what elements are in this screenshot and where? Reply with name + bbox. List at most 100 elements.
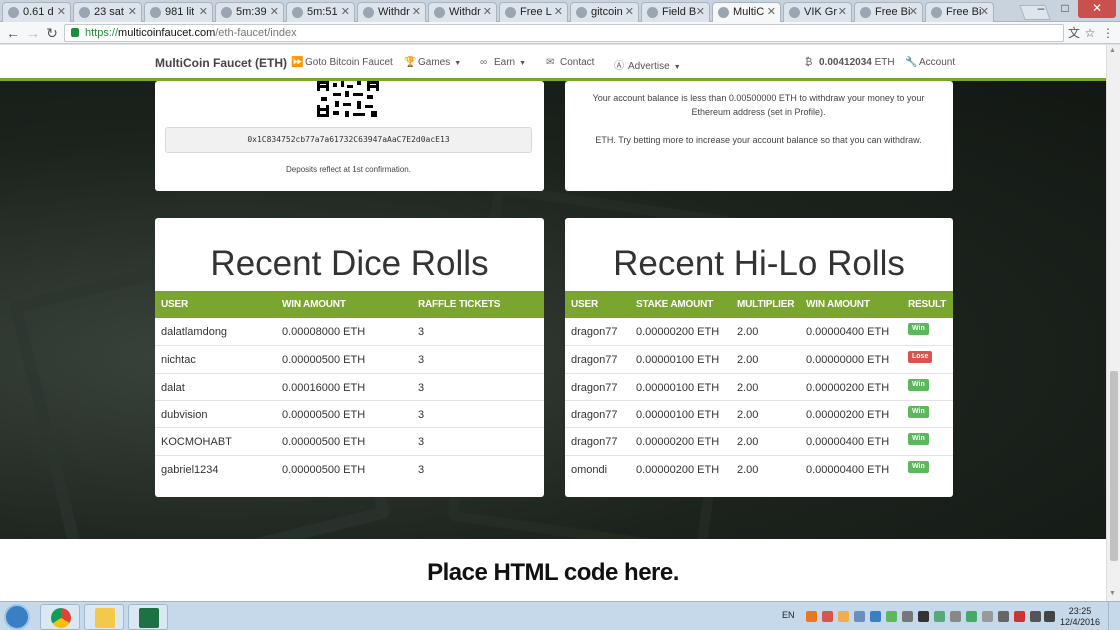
tab-strip: 0.61 d ✕ 23 sat ✕ 981 lit ✕ 5m:39 ✕ 5m:51 ✕ Withdr… [0, 0, 1120, 23]
close-tab-icon[interactable]: ✕ [625, 5, 634, 18]
tab[interactable]: 5m:51 ✕ [286, 2, 355, 22]
balance-display: ₿ 0.00412034 ETH [805, 57, 895, 68]
tray-icon[interactable] [966, 611, 977, 622]
tray-icon[interactable] [918, 611, 929, 622]
translate-icon[interactable]: 文 [1066, 25, 1082, 41]
tray-icon[interactable] [806, 611, 817, 622]
close-tab-icon[interactable]: ✕ [554, 5, 563, 18]
fast-forward-icon: ⏩ [291, 57, 304, 68]
maximize-button[interactable]: □ [1054, 0, 1076, 18]
taskbar-explorer[interactable] [84, 604, 124, 630]
close-tab-icon[interactable]: ✕ [57, 5, 66, 18]
tab-label: Free Bi [875, 6, 911, 18]
minimize-button[interactable]: – [1030, 0, 1052, 18]
url-input[interactable]: https://multicoinfaucet.com/eth-faucet/i… [64, 24, 1064, 42]
tab[interactable]: 23 sat ✕ [73, 2, 142, 22]
tab-active[interactable]: MultiC ✕ [712, 2, 781, 23]
hilo-cell-win-amount: 0.00000400 ETH [806, 463, 890, 476]
show-desktop-button[interactable] [1108, 602, 1120, 630]
back-arrow-icon[interactable]: ← [4, 24, 22, 42]
tab[interactable]: Free Bi ✕ [925, 2, 994, 22]
tray-icon[interactable] [950, 611, 961, 622]
close-tab-icon[interactable]: ✕ [909, 5, 918, 18]
nav-item-contact[interactable]: ✉ Contact [546, 57, 594, 68]
nav-item-label: Games [418, 57, 451, 68]
close-tab-icon[interactable]: ✕ [767, 5, 776, 18]
close-tab-icon[interactable]: ✕ [696, 5, 705, 18]
close-tab-icon[interactable]: ✕ [270, 5, 279, 18]
page-viewport: MultiCoin Faucet (ETH) ⏩ Goto Bitcoin Fau… [0, 45, 1120, 601]
favicon-icon [8, 7, 19, 18]
favicon-icon [789, 7, 800, 18]
tray-icon[interactable] [982, 611, 993, 622]
volume-icon[interactable] [1030, 611, 1041, 622]
nav-account[interactable]: 🔧 Account [905, 57, 955, 68]
bookmark-star-icon[interactable]: ☆ [1082, 25, 1098, 41]
network-icon[interactable] [1044, 611, 1055, 622]
tab[interactable]: VIK Gr ✕ [783, 2, 852, 22]
tray-icon[interactable] [998, 611, 1009, 622]
hilo-cell-win-amount: 0.00000000 ETH [806, 354, 890, 367]
tab[interactable]: 5m:39 ✕ [215, 2, 284, 22]
close-tab-icon[interactable]: ✕ [838, 5, 847, 18]
close-window-button[interactable]: ✕ [1078, 0, 1116, 18]
forward-arrow-icon[interactable]: → [24, 24, 42, 42]
hilo-cell-multiplier: 2.00 [737, 326, 759, 338]
scroll-up-arrow-icon[interactable]: ▲ [1109, 47, 1116, 54]
dice-cell-raffle-tickets: 3 [418, 463, 425, 476]
tab-label: Withdr [378, 6, 410, 18]
balance-value: 0.00412034 [819, 57, 872, 68]
scroll-down-arrow-icon[interactable]: ▼ [1109, 590, 1116, 597]
tab-label: 23 sat [94, 6, 124, 18]
tab[interactable]: 0.61 d ✕ [2, 2, 71, 22]
taskbar-chrome[interactable] [40, 604, 80, 630]
windows-taskbar: EN 23:25 12/4/2016 [0, 601, 1120, 630]
hilo-cell-stake-amount: 0.00000100 ETH [636, 408, 720, 421]
tab[interactable]: Free L ✕ [499, 2, 568, 22]
taskbar-clock[interactable]: 23:25 12/4/2016 [1060, 606, 1100, 628]
tab[interactable]: 981 lit ✕ [144, 2, 213, 22]
tab[interactable]: Free Bi ✕ [854, 2, 923, 22]
reload-icon[interactable]: ↻ [43, 24, 61, 42]
deposit-address-field[interactable]: 0x1C834752cb77a7a61732C63947aAaC7E2d0acE… [165, 127, 532, 153]
site-navbar: MultiCoin Faucet (ETH) ⏩ Goto Bitcoin Fau… [0, 45, 1106, 81]
nav-item-goto-bitcoin-faucet[interactable]: ⏩ Goto Bitcoin Faucet [291, 57, 393, 68]
tray-icon[interactable] [934, 611, 945, 622]
win-badge: Win [908, 405, 929, 418]
tray-icon[interactable] [854, 611, 865, 622]
close-tab-icon[interactable]: ✕ [483, 5, 492, 18]
tab[interactable]: Withdr ✕ [428, 2, 497, 22]
close-tab-icon[interactable]: ✕ [412, 5, 421, 18]
site-brand[interactable]: MultiCoin Faucet (ETH) [155, 56, 287, 70]
deposit-note: Deposits reflect at 1st confirmation. [286, 165, 411, 174]
tray-icon[interactable] [902, 611, 913, 622]
start-button[interactable] [4, 604, 30, 630]
close-tab-icon[interactable]: ✕ [341, 5, 350, 18]
hilo-cell-user: dragon77 [571, 436, 618, 449]
tab[interactable]: gitcoin ✕ [570, 2, 639, 22]
close-tab-icon[interactable]: ✕ [199, 5, 208, 18]
dice-cell-user: dubvision [161, 408, 208, 421]
hilo-table-row: dragon77 0.00000100 ETH 2.00 0.00000200 ETH… [565, 372, 953, 400]
nav-item-advertise[interactable]: Ⓐ Advertise ▼ [614, 57, 681, 72]
tray-icon[interactable] [822, 611, 833, 622]
tray-icon[interactable] [870, 611, 881, 622]
tab[interactable]: Withdr ✕ [357, 2, 426, 22]
hilo-cell-multiplier: 2.00 [737, 381, 759, 394]
tray-icon[interactable] [1014, 611, 1025, 622]
taskbar-excel[interactable] [128, 604, 168, 630]
tray-icon[interactable] [838, 611, 849, 622]
nav-item-games[interactable]: 🏆 Games ▼ [404, 57, 461, 68]
vertical-scrollbar[interactable]: ▲ ▼ [1106, 45, 1120, 601]
menu-icon[interactable]: ⋮ [1100, 25, 1116, 41]
tab[interactable]: Field B ✕ [641, 2, 710, 22]
tray-icon[interactable] [886, 611, 897, 622]
nav-item-earn[interactable]: ∞ Earn ▼ [480, 57, 526, 68]
chrome-icon [51, 608, 71, 628]
hilo-cell-multiplier: 2.00 [737, 354, 759, 367]
close-tab-icon[interactable]: ✕ [128, 5, 137, 18]
tab-label: Field B [662, 6, 697, 18]
close-tab-icon[interactable]: ✕ [980, 5, 989, 18]
scrollbar-thumb[interactable] [1110, 371, 1118, 561]
language-indicator[interactable]: EN [782, 610, 795, 620]
